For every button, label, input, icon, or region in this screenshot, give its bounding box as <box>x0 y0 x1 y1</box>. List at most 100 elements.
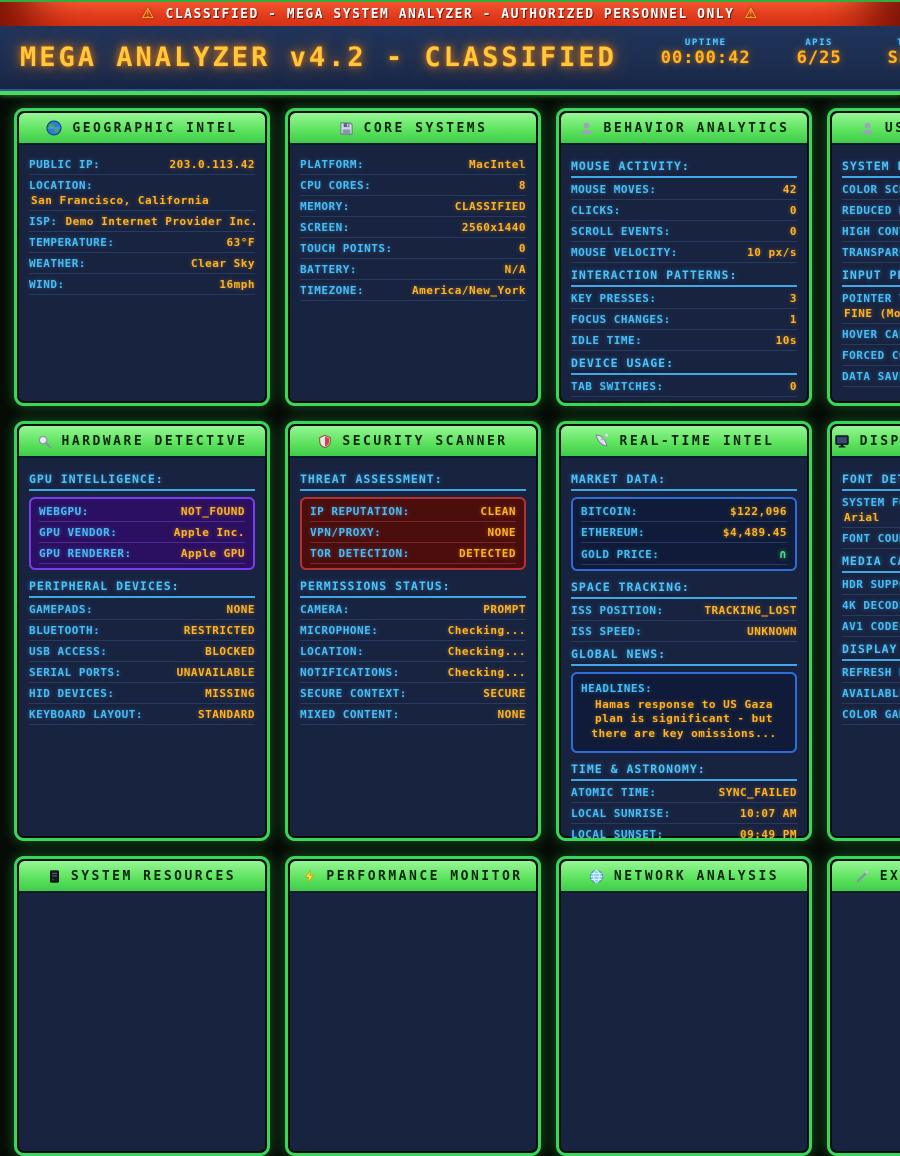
data-row: HOVER CAPABILITY: <box>842 324 900 345</box>
news-label: HEADLINES: <box>581 682 787 695</box>
section-header: THREAT ASSESSMENT: <box>300 467 526 491</box>
row-value: BLOCKED <box>205 645 255 658</box>
data-row: MEMORY:CLASSIFIED <box>300 196 526 217</box>
row-value: 0 <box>790 204 797 217</box>
row-value: 42 <box>783 183 797 196</box>
row-value: Arial <box>842 509 900 524</box>
row-value: DETECTED <box>459 547 516 560</box>
globe-icon <box>46 120 62 136</box>
data-row: GPU VENDOR:Apple Inc. <box>39 522 245 543</box>
stat-apis: APIS 6/25 <box>797 38 842 68</box>
row-label: ISP: <box>29 215 58 228</box>
section-header: DISPLAY SPECS: <box>842 637 900 661</box>
data-row: MIXED CONTENT:NONE <box>300 704 526 725</box>
panel-body: THREAT ASSESSMENT: IP REPUTATION:CLEANVPN… <box>288 460 538 838</box>
row-value: STANDARD <box>198 708 255 721</box>
data-row: NOTIFICATIONS:Checking... <box>300 662 526 683</box>
data-row: PUBLIC IP:203.0.113.42 <box>29 154 255 175</box>
data-row: COLOR GAMUT: <box>842 704 900 725</box>
section-header: INTERACTION PATTERNS: <box>571 263 797 287</box>
row-value: ∩ <box>779 547 787 561</box>
panel-title: CORE SYSTEMS <box>364 121 488 136</box>
data-row: POINTER TYPE:FINE (Mouse) <box>842 288 900 324</box>
header-stats: UPTIME 00:00:42 APIS 6/25 THREATS SEVERE <box>661 38 900 68</box>
stat-label: APIS <box>805 38 833 48</box>
data-row: IP REPUTATION:CLEAN <box>310 501 516 522</box>
row-label: TAB SWITCHES: <box>571 380 664 393</box>
row-value: Clear Sky <box>191 257 255 270</box>
panel-title: SYSTEM RESOURCES <box>71 869 236 884</box>
row-label: WEATHER: <box>29 257 86 270</box>
mega-analyzer-dashboard: { "banner": { "warning_icon": "⚠", "text… <box>0 0 900 900</box>
row-label: WEBGPU: <box>39 505 89 518</box>
network-globe-icon <box>589 869 604 884</box>
row-label: USB ACCESS: <box>29 645 107 658</box>
row-value: FINE (Mouse) <box>842 305 900 320</box>
row-label: SCREEN: <box>300 221 350 234</box>
row-label: PUBLIC IP: <box>29 158 100 171</box>
panel-title: SECURITY SCANNER <box>342 434 507 449</box>
row-label: HIGH CONTRAST: <box>842 225 900 238</box>
highlight-box-red: IP REPUTATION:CLEANVPN/PROXY:NONETOR DET… <box>300 497 526 570</box>
panel-grid: GEOGRAPHIC INTEL PUBLIC IP:203.0.113.42 L… <box>0 95 900 1156</box>
data-row: WEBGPU: NOT_FOUND <box>39 501 245 522</box>
section-header: INPUT PRECISION: <box>842 263 900 287</box>
data-row: WIND:16mph <box>29 274 255 295</box>
data-row: REDUCED MOTION: <box>842 200 900 221</box>
row-value: Demo Internet Provider Inc. <box>66 215 258 228</box>
row-value: 0 <box>519 242 526 255</box>
row-label: GOLD PRICE: <box>581 548 659 561</box>
row-value: $122,096 <box>730 505 787 518</box>
panel-body <box>830 895 900 1153</box>
data-row: GAMEPADS:NONE <box>29 599 255 620</box>
panel-body: FONT DETECTION:SYSTEM FONT:ArialFONT COU… <box>830 460 900 838</box>
panel-body <box>288 895 538 1153</box>
data-row: GOLD PRICE: ∩ <box>581 543 787 565</box>
row-label: SECURE CONTEXT: <box>300 687 407 700</box>
satellite-icon <box>594 433 610 449</box>
panel-experimental-apis: EXPERIMENTAL APIS <box>827 856 900 1156</box>
panel-title: GEOGRAPHIC INTEL <box>72 121 237 136</box>
panel-body: MARKET DATA: BITCOIN: $122,096 ETHEREUM:$4,… <box>559 460 809 838</box>
row-value: 0 <box>790 380 797 393</box>
data-row: REFRESH RATE: <box>842 662 900 683</box>
row-value: 10 px/s <box>747 246 797 259</box>
data-row: KEY PRESSES:3 <box>571 288 797 309</box>
data-row: AVAILABLE RES: <box>842 683 900 704</box>
panel-core-systems: CORE SYSTEMS PLATFORM:MacIntelCPU CORES:… <box>285 108 541 406</box>
row-label: WIND: <box>29 278 65 291</box>
panel-body <box>17 895 267 1153</box>
row-value: MacIntel <box>469 158 526 171</box>
row-label: AV1 CODEC: <box>842 620 900 633</box>
row-label: POINTER TYPE: <box>842 292 900 305</box>
data-row: ATOMIC TIME:SYNC_FAILED <box>571 782 797 803</box>
data-row: ETHEREUM:$4,489.45 <box>581 522 787 543</box>
section-header: MARKET DATA: <box>571 467 797 491</box>
panel-title: USER PREFERENCES <box>885 121 900 136</box>
section-header: TIME & ASTRONOMY: <box>571 757 797 781</box>
panel-performance-monitor: PERFORMANCE MONITOR <box>285 856 541 1156</box>
row-label: SCROLL EVENTS: <box>571 225 671 238</box>
warning-icon: ⚠ <box>141 6 155 22</box>
panel-header: DISPLAY & MEDIA INTEL <box>832 426 900 458</box>
section-header: PERMISSIONS STATUS: <box>300 574 526 598</box>
row-label: NOTIFICATIONS: <box>300 666 400 679</box>
row-value: America/New_York <box>412 284 526 297</box>
row-value: 1 <box>790 313 797 326</box>
row-label: HID DEVICES: <box>29 687 114 700</box>
row-label: LOCAL SUNSET: <box>571 828 664 838</box>
highlight-box-purple: WEBGPU:NOT_FOUNDGPU VENDOR:Apple Inc.GPU… <box>29 497 255 570</box>
stat-uptime: UPTIME 00:00:42 <box>661 38 751 68</box>
row-label: 4K DECODE: <box>842 599 900 612</box>
panel-title: EXPERIMENTAL APIS <box>880 869 900 884</box>
row-label: REFRESH RATE: <box>842 666 900 679</box>
row-value: TRACKING_LOST <box>704 604 797 617</box>
row-value: CLASSIFIED <box>455 200 526 213</box>
row-value: NOT_FOUND <box>181 505 245 518</box>
row-label: PLATFORM: <box>300 158 364 171</box>
data-row: MOUSE VELOCITY:10 px/s <box>571 242 797 263</box>
row-label: BLUETOOTH: <box>29 624 100 637</box>
row-label: BITCOIN: <box>581 505 638 518</box>
row-value: Apple Inc. <box>174 526 245 539</box>
data-row: CAMERA:PROMPT <box>300 599 526 620</box>
